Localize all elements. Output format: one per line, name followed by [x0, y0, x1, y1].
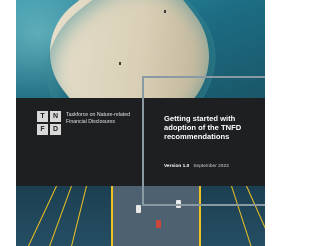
organization-name: Taskforce on Nature-related Financial Di…	[66, 112, 131, 125]
logo-letter: N	[50, 111, 61, 122]
person-dot	[164, 10, 166, 13]
report-title: Getting started with adoption of the TNF…	[164, 114, 242, 141]
car	[156, 220, 161, 228]
logo-letter: F	[37, 124, 48, 135]
title-frame	[142, 76, 265, 206]
report-meta: Version 1.0 September 2023	[164, 164, 229, 169]
logo-letter: D	[50, 124, 61, 135]
car	[136, 205, 141, 213]
version-label: Version 1.0	[164, 164, 190, 169]
bridge-lane-line	[111, 186, 113, 246]
logo-letter: T	[37, 111, 48, 122]
report-cover: T N F D Taskforce on Nature-related Fina…	[16, 0, 265, 246]
tnfd-logo: T N F D	[37, 111, 61, 135]
date-label: September 2023	[193, 164, 229, 169]
person-dot	[119, 62, 121, 65]
